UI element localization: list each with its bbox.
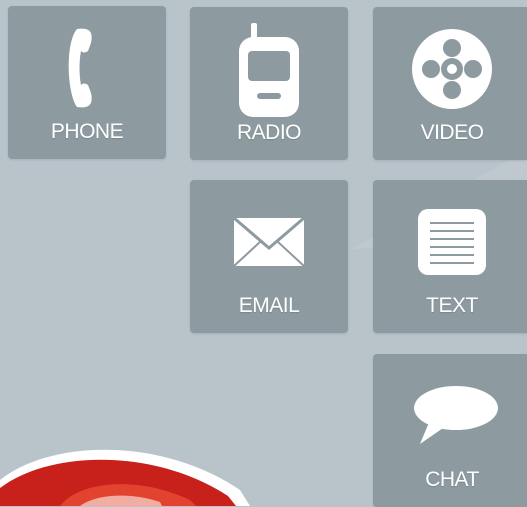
film-reel-icon [373,19,527,119]
text-label: TEXT [426,294,478,317]
email-label: EMAIL [238,294,300,317]
phone-label: PHONE [50,120,124,143]
video-label: VIDEO [420,121,484,144]
speech-bubble-icon [373,366,527,466]
envelope-icon [190,192,348,292]
text-document-icon [373,192,527,292]
phone-tile[interactable]: PHONE [8,6,166,159]
phone-handset-icon [8,18,166,118]
video-tile[interactable]: VIDEO [373,7,527,160]
mascot-character [0,449,250,506]
chat-tile[interactable]: CHAT [373,354,527,507]
radio-tile[interactable]: RADIO [190,7,348,160]
email-tile[interactable]: EMAIL [190,180,348,333]
radio-label: RADIO [236,121,302,144]
chat-label: CHAT [425,468,479,491]
text-tile[interactable]: TEXT [373,180,527,333]
walkie-talkie-icon [190,19,348,119]
